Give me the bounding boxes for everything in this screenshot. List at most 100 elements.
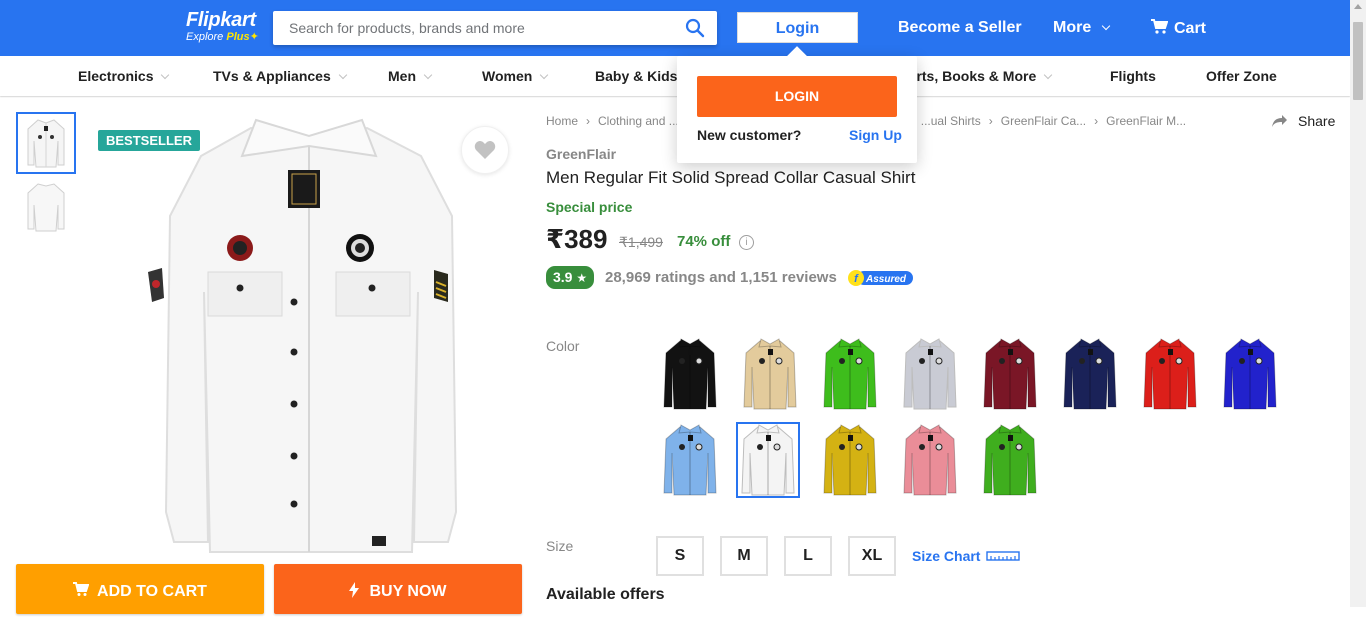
- category-flights[interactable]: Flights: [1110, 68, 1156, 84]
- category-men[interactable]: Men: [388, 68, 433, 84]
- size-option-xl[interactable]: XL: [848, 536, 896, 576]
- breadcrumb-clothing[interactable]: Clothing and ...: [598, 114, 679, 128]
- search-bar: [273, 11, 717, 45]
- search-input[interactable]: [273, 11, 663, 45]
- chevron-right-icon: ›: [586, 114, 591, 128]
- lightning-icon: [349, 582, 360, 598]
- star-icon: ★: [576, 271, 588, 285]
- product-price: ₹389: [546, 224, 608, 254]
- plus-icon: ✦: [249, 31, 259, 43]
- shirt-back-thumbnail-image: [27, 183, 65, 232]
- logo-tag-text: Explore: [186, 31, 224, 43]
- thumbnail-back[interactable]: [16, 176, 76, 238]
- shirt-color-image: [663, 424, 717, 496]
- login-dropdown: LOGIN New customer? Sign Up: [677, 46, 917, 163]
- color-swatch[interactable]: [898, 422, 962, 498]
- category-offer-zone[interactable]: Offer Zone: [1206, 68, 1277, 84]
- shirt-color-image: [903, 424, 957, 496]
- chevron-right-icon: ›: [988, 114, 993, 128]
- breadcrumb-casual-shirts[interactable]: ...ual Shirts: [921, 114, 981, 128]
- cart-icon: [73, 582, 90, 596]
- breadcrumb-greenflair-men[interactable]: GreenFlair M...: [1106, 114, 1186, 128]
- cart-label: Cart: [1174, 20, 1207, 37]
- thumbnail-front[interactable]: [16, 112, 76, 174]
- shirt-color-image: [983, 424, 1037, 496]
- color-swatch[interactable]: [1138, 336, 1202, 412]
- product-title: Men Regular Fit Solid Spread Collar Casu…: [546, 168, 916, 187]
- cart-icon: [1151, 19, 1169, 34]
- category-label: Men: [388, 68, 416, 84]
- color-swatch[interactable]: [978, 336, 1042, 412]
- category-label: Electronics: [78, 68, 154, 84]
- color-swatch[interactable]: [736, 422, 800, 498]
- new-customer-text: New customer?: [697, 127, 802, 143]
- shirt-color-image: [983, 338, 1037, 410]
- flipkart-assured-icon: f Assured: [848, 270, 913, 286]
- category-label: Women: [482, 68, 533, 84]
- wishlist-button[interactable]: [461, 126, 509, 174]
- color-swatch[interactable]: [818, 422, 882, 498]
- product-mrp: ₹1,499: [619, 234, 663, 250]
- shirt-color-image: [823, 424, 877, 496]
- chevron-down-icon: [161, 70, 170, 80]
- color-swatch[interactable]: [738, 336, 802, 412]
- cart-link[interactable]: Cart: [1150, 19, 1206, 38]
- color-swatch[interactable]: [658, 422, 722, 498]
- add-to-cart-label: ADD TO CART: [97, 583, 207, 600]
- more-label: More: [1053, 19, 1092, 36]
- category-tvs-appliances[interactable]: TVs & Appliances: [213, 68, 347, 84]
- size-option-l[interactable]: L: [784, 536, 832, 576]
- logo-brand: Flipkart: [186, 9, 256, 31]
- breadcrumb-home[interactable]: Home: [546, 114, 578, 128]
- color-swatch[interactable]: [1218, 336, 1282, 412]
- become-seller-link[interactable]: Become a Seller: [898, 19, 1022, 37]
- info-icon[interactable]: i: [739, 235, 754, 250]
- ruler-icon: [986, 551, 1021, 561]
- color-label: Color: [546, 338, 580, 354]
- bestseller-badge: BESTSELLER: [98, 130, 200, 151]
- dropdown-login-button[interactable]: LOGIN: [697, 76, 897, 117]
- color-swatch[interactable]: [658, 336, 722, 412]
- category-electronics[interactable]: Electronics: [78, 68, 170, 84]
- flipkart-logo[interactable]: Flipkart Explore Plus✦: [186, 9, 259, 43]
- rating-value: 3.9: [553, 269, 573, 285]
- size-chart-link[interactable]: Size Chart: [912, 548, 1021, 564]
- category-label: TVs & Appliances: [213, 68, 331, 84]
- chevron-down-icon: [1044, 70, 1053, 80]
- page-scrollbar[interactable]: [1350, 0, 1366, 607]
- size-option-s[interactable]: S: [656, 536, 704, 576]
- logo-tagline: Explore Plus✦: [186, 31, 259, 43]
- shirt-color-image: [743, 338, 797, 410]
- category-label: Flights: [1110, 68, 1156, 84]
- size-chart-label: Size Chart: [912, 548, 981, 564]
- more-menu[interactable]: More: [1053, 19, 1110, 37]
- color-swatch[interactable]: [898, 336, 962, 412]
- color-swatch[interactable]: [818, 336, 882, 412]
- color-swatch[interactable]: [978, 422, 1042, 498]
- main-product-image: [148, 118, 458, 553]
- color-swatch[interactable]: [1058, 336, 1122, 412]
- share-button[interactable]: Share: [1272, 113, 1335, 129]
- share-label: Share: [1298, 113, 1336, 129]
- category-label: Offer Zone: [1206, 68, 1277, 84]
- scrollbar-thumb[interactable]: [1353, 22, 1363, 100]
- ratings-reviews-count[interactable]: 28,969 ratings and 1,151 reviews: [605, 269, 837, 286]
- discount-label: 74% off: [677, 233, 731, 250]
- scroll-up-arrow-icon[interactable]: [1354, 4, 1362, 9]
- shirt-color-image: [903, 338, 957, 410]
- breadcrumb-greenflair-casual[interactable]: GreenFlair Ca...: [1001, 114, 1086, 128]
- category-women[interactable]: Women: [482, 68, 549, 84]
- share-icon: [1272, 115, 1287, 127]
- size-option-m[interactable]: M: [720, 536, 768, 576]
- category-label: Baby & Kids: [595, 68, 678, 84]
- sign-up-link[interactable]: Sign Up: [849, 127, 902, 143]
- top-header: Flipkart Explore Plus✦ Login Become a Se…: [0, 0, 1350, 56]
- shirt-color-image: [1063, 338, 1117, 410]
- login-button[interactable]: Login: [737, 12, 858, 43]
- rating-badge[interactable]: 3.9 ★: [546, 266, 595, 289]
- shirt-thumbnail-image: [27, 119, 65, 168]
- search-icon[interactable]: [685, 18, 705, 38]
- logo-plus-text: Plus: [226, 31, 250, 43]
- product-brand[interactable]: GreenFlair: [546, 146, 616, 162]
- chevron-down-icon: [423, 70, 433, 80]
